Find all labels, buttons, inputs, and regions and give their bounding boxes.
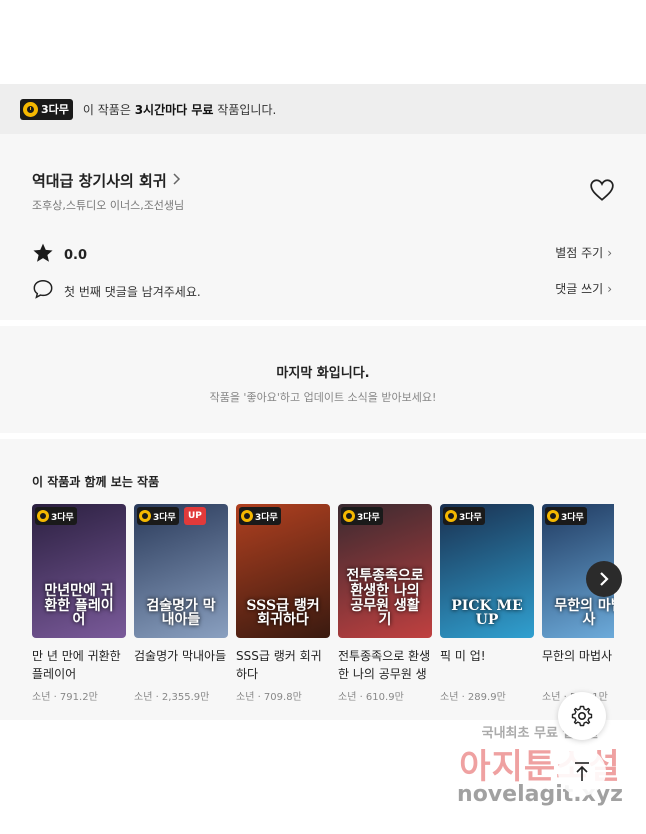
watermark-line2: 아지툰소설 [459, 747, 621, 787]
3damu-badge: 3다무 [341, 507, 383, 525]
clock-icon [37, 510, 49, 522]
badge-label: 3다무 [51, 512, 74, 523]
work-authors: 조후상,스튜디오 이너스,조선생님 [32, 199, 185, 212]
cover-title-art: 검술명가 막내아들 [146, 597, 216, 629]
speech-bubble-icon [32, 278, 54, 304]
cover-title-art: 전투종족으로 환생한 나의 공무원 생활기 [346, 568, 424, 629]
3damu-badge: 3다무 [545, 507, 587, 525]
bottom-area: 국내최초 무료 웹소설 아지툰소설 novelagit.xyz [0, 692, 646, 834]
card-meta: 소년 · 610.9만 [338, 692, 404, 703]
clock-icon [241, 510, 253, 522]
last-episode-subtitle: 작품을 '좋아요'하고 업데이트 소식을 받아보세요! [209, 391, 437, 404]
card-meta: 소년 · 709.8만 [236, 692, 302, 703]
badge-label: 3다무 [153, 512, 176, 523]
recommendations-heading: 이 작품과 함께 보는 작품 [32, 475, 160, 489]
up-badge: UP [184, 507, 206, 525]
gear-icon[interactable] [558, 692, 606, 740]
recommendation-card[interactable]: 3다무 전투종족으로 환생한 나의 공무원 생활기 전투종족으로 환생한 나의 … [338, 504, 432, 714]
recommendations-carousel: 3다무 만년만에 귀환한 플레이어 만 년 만에 귀환한 플레이어 소년 · 7… [32, 504, 614, 714]
recommendation-card[interactable]: 3다무 만년만에 귀환한 플레이어 만 년 만에 귀환한 플레이어 소년 · 7… [32, 504, 126, 714]
card-title: 만 년 만에 귀환한 플레이어 [32, 649, 121, 681]
cover-title-art: SSS급 랭커 회귀하다 [246, 597, 320, 629]
recommendation-card[interactable]: 3다무 UP 검술명가 막내아들 검술명가 막내아들 소년 · 2,355.9만 [134, 504, 228, 714]
top-blank-area [0, 0, 646, 84]
heart-icon[interactable] [589, 177, 615, 203]
rating: 0.0 [32, 242, 87, 268]
badge-label: 3다무 [357, 512, 380, 523]
recommendation-card[interactable]: 3다무 SSS급 랭커 회귀하다 SSS급 랭커 회귀하다 소년 · 709.8… [236, 504, 330, 714]
rate-button[interactable]: 별점 주기 › [555, 244, 612, 261]
3damu-badge: 3다무 [443, 507, 485, 525]
cover-thumbnail: 3다무 PICK ME UP [440, 504, 534, 638]
card-meta: 소년 · 289.9만 [440, 692, 506, 703]
last-episode-notice: 마지막 화입니다. 작품을 '좋아요'하고 업데이트 소식을 받아보세요! [0, 326, 646, 433]
last-episode-title: 마지막 화입니다. [276, 366, 370, 381]
cover-thumbnail: 3다무 만년만에 귀환한 플레이어 [32, 504, 126, 638]
cover-thumbnail: 3다무 UP 검술명가 막내아들 [134, 504, 228, 638]
chevron-right-icon [173, 172, 181, 189]
card-meta: 소년 · 791.2만 [32, 692, 98, 703]
banner-text-suffix: 작품입니다. [213, 102, 277, 117]
cover-thumbnail: 3다무 SSS급 랭커 회귀하다 [236, 504, 330, 638]
free-banner: 3다무 이 작품은 3시간마다 무료 작품입니다. [0, 84, 646, 134]
chevron-right-icon: › [607, 282, 612, 296]
badge-label: 3다무 [41, 103, 69, 116]
card-title: 무한의 마법사 [542, 649, 613, 663]
card-title: 전투종족으로 환생한 나의 공무원 생활기 [338, 649, 431, 681]
card-title: SSS급 랭커 회귀하다 [236, 649, 322, 681]
badge-label: 3다무 [459, 512, 482, 523]
banner-text-bold: 3시간마다 무료 [134, 102, 214, 117]
chevron-right-icon: › [607, 246, 612, 260]
cover-thumbnail: 3다무 전투종족으로 환생한 나의 공무원 생활기 [338, 504, 432, 638]
clock-icon [23, 101, 38, 117]
clock-icon [445, 510, 457, 522]
3damu-badge: 3다무 [137, 507, 179, 525]
badge-label: 3다무 [561, 512, 584, 523]
clock-icon [343, 510, 355, 522]
arrow-up-icon[interactable] [558, 748, 606, 796]
site-watermark: 국내최초 무료 웹소설 아지툰소설 novelagit.xyz [440, 720, 640, 807]
rating-value: 0.0 [64, 247, 88, 263]
cover-title-art: PICK ME UP [451, 597, 523, 629]
recommendation-card[interactable]: 3다무 무한의 마법사 무한의 마법사 소년 · 561.1만 [542, 504, 614, 714]
write-comment-label: 댓글 쓰기 [555, 282, 604, 296]
comment-prompt: 첫 번째 댓글을 남겨주세요. [32, 278, 201, 304]
badge-label: 3다무 [255, 512, 278, 523]
3damu-badge: 3다무 [239, 507, 281, 525]
watermark-line3: novelagit.xyz [457, 782, 623, 807]
watermark-line1: 국내최초 무료 웹소설 [481, 726, 599, 741]
work-info: 역대급 창기사의 회귀 조후상,스튜디오 이너스,조선생님 0.0 별점 주기 ›… [0, 134, 646, 320]
chevron-right-icon[interactable] [586, 561, 622, 597]
cover-title-art: 만년만에 귀환한 플레이어 [44, 582, 114, 629]
card-title: 픽 미 업! [440, 649, 486, 663]
card-meta: 소년 · 2,355.9만 [134, 692, 210, 703]
recommendations-section: 이 작품과 함께 보는 작품 3다무 만년만에 귀환한 플레이어 만 년 만에 … [0, 439, 646, 720]
cover-title-art: 무한의 마법사 [554, 597, 614, 629]
work-title-link[interactable]: 역대급 창기사의 회귀 [32, 170, 181, 191]
3damu-badge: 3다무 [20, 98, 73, 120]
clock-icon [139, 510, 151, 522]
rate-button-label: 별점 주기 [555, 246, 604, 260]
banner-text: 이 작품은 3시간마다 무료 작품입니다. [83, 101, 276, 118]
star-icon [32, 242, 54, 268]
recommendation-card[interactable]: 3다무 PICK ME UP 픽 미 업! 소년 · 289.9만 [440, 504, 534, 714]
work-title: 역대급 창기사의 회귀 [32, 172, 167, 190]
banner-text-prefix: 이 작품은 [82, 102, 135, 117]
card-title: 검술명가 막내아들 [134, 649, 227, 663]
clock-icon [547, 510, 559, 522]
3damu-badge: 3다무 [35, 507, 77, 525]
comment-prompt-text: 첫 번째 댓글을 남겨주세요. [64, 284, 201, 299]
write-comment-button[interactable]: 댓글 쓰기 › [555, 280, 612, 297]
